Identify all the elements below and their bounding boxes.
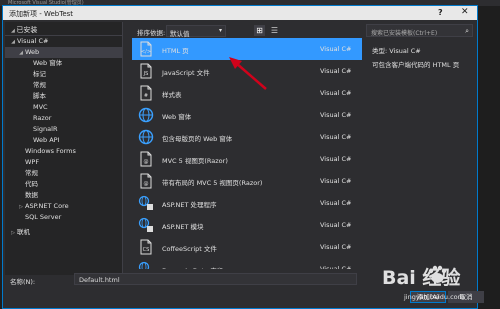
annotation-arrow	[229, 57, 267, 90]
